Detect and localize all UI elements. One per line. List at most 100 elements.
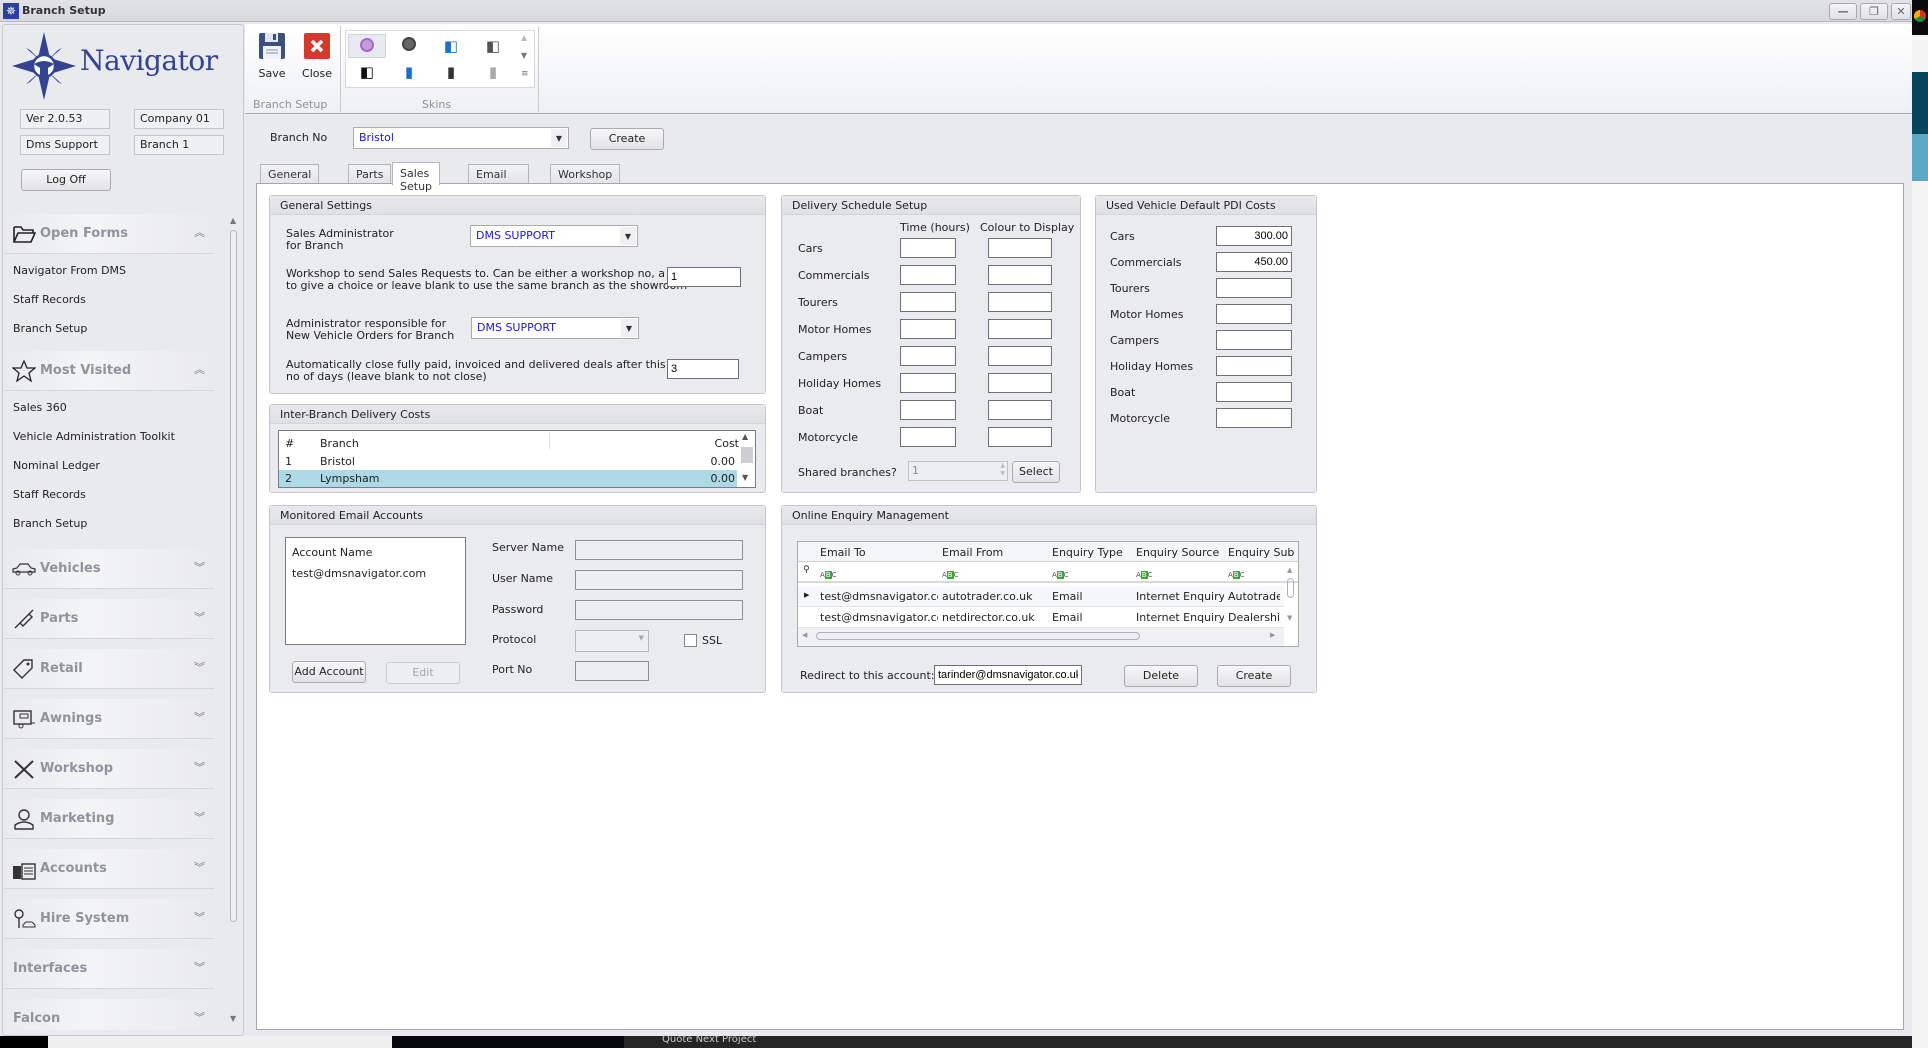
delivery-time-input[interactable] [900, 319, 956, 339]
chevron-down-icon[interactable]: ︾ [194, 559, 205, 575]
filter-cell[interactable]: ABC [1136, 567, 1153, 580]
nav-group-parts[interactable]: Parts ︾ [4, 599, 214, 639]
scroll-up-icon[interactable]: ▲ [1287, 566, 1292, 574]
password-input[interactable] [575, 600, 743, 620]
protocol-combo[interactable]: ▼ [575, 630, 649, 652]
taskbar-item-label[interactable]: Quote Next Project [662, 1034, 756, 1045]
chevron-down-icon[interactable]: ︾ [194, 609, 205, 625]
filter-cell[interactable]: ABC [820, 567, 837, 580]
pdi-cost-input[interactable] [1216, 278, 1292, 298]
chevron-up-icon[interactable]: ︽ [194, 224, 205, 240]
pdi-cost-input[interactable] [1216, 356, 1292, 376]
ssl-checkbox[interactable] [684, 634, 697, 647]
workshop-no-input[interactable] [667, 267, 741, 287]
nav-group-interfaces[interactable]: Interfaces ︾ [4, 949, 214, 989]
scroll-down-icon[interactable]: ▼ [1287, 614, 1292, 622]
close-button[interactable]: Close [296, 32, 338, 80]
filter-cell[interactable]: ABC [1052, 567, 1069, 580]
gallery-scroll-down-icon[interactable]: ▼ [521, 51, 527, 60]
table-row-selected[interactable]: 2 Lympsham 0.00 [279, 470, 737, 487]
redirect-account-input[interactable] [934, 665, 1082, 685]
column-header[interactable]: Email To [820, 546, 866, 559]
chevron-down-icon[interactable]: ︾ [194, 809, 205, 825]
server-name-input[interactable] [575, 540, 743, 560]
pdi-cost-input[interactable] [1216, 382, 1292, 402]
chevron-down-icon[interactable]: ︾ [194, 659, 205, 675]
nav-scrollbar[interactable]: ▲ ▼ [228, 216, 240, 1026]
nav-group-marketing[interactable]: Marketing ︾ [4, 799, 214, 839]
delivery-time-input[interactable] [900, 427, 956, 447]
delivery-colour-input[interactable] [988, 427, 1052, 447]
scroll-down-icon[interactable]: ▼ [230, 1014, 236, 1023]
delivery-time-input[interactable] [900, 373, 956, 393]
sales-admin-combo[interactable]: DMS SUPPORT ▼ [470, 225, 638, 247]
scroll-right-icon[interactable]: ▶ [1270, 631, 1275, 639]
skin-office-grey-16-icon[interactable]: ◧ [474, 34, 512, 58]
scroll-thumb[interactable] [1287, 578, 1294, 598]
chevron-down-icon[interactable]: ︾ [194, 759, 205, 775]
column-header[interactable]: # [285, 437, 294, 450]
column-header[interactable]: Branch [320, 437, 359, 450]
scroll-thumb[interactable] [230, 230, 237, 922]
list-item[interactable]: test@dmsnavigator.com [292, 567, 426, 580]
nav-group-awnings[interactable]: Awnings ︾ [4, 699, 214, 739]
scroll-up-icon[interactable]: ▲ [230, 216, 236, 225]
chevron-down-icon[interactable]: ︾ [194, 909, 205, 925]
table-row[interactable]: 1 Bristol 0.00 [279, 453, 737, 469]
nav-group-open-forms[interactable]: Open Forms ︽ [4, 214, 214, 254]
nav-group-retail[interactable]: Retail ︾ [4, 649, 214, 689]
tab-email-settings[interactable]: Email Settings [468, 164, 530, 194]
nav-group-most-visited[interactable]: Most Visited ︽ [4, 351, 214, 391]
skin-office-grey-icon[interactable]: ▮ [474, 60, 512, 84]
pdi-cost-input[interactable] [1216, 330, 1292, 350]
delivery-time-input[interactable] [900, 292, 956, 312]
chevron-down-icon[interactable]: ︾ [194, 1009, 205, 1025]
delivery-colour-input[interactable] [988, 346, 1052, 366]
tab-general-details[interactable]: General Details [260, 164, 320, 194]
dropdown-arrow-icon[interactable]: ▼ [620, 227, 636, 245]
delivery-colour-input[interactable] [988, 292, 1052, 312]
save-button[interactable]: Save [251, 32, 293, 80]
table-row[interactable]: ▶ test@dmsnavigator.com autotrader.co.uk Em… [798, 586, 1284, 607]
chevron-down-icon[interactable]: ︾ [194, 859, 205, 875]
nav-group-workshop[interactable]: Workshop ︾ [4, 749, 214, 789]
pdi-cost-input[interactable] [1216, 252, 1292, 272]
scroll-up-icon[interactable]: ▲ [742, 432, 748, 441]
skin-office-blue-16-icon[interactable]: ◧ [432, 34, 470, 58]
table-row[interactable]: test@dmsnavigator.com netdirector.co.uk Em… [798, 607, 1284, 628]
scroll-down-icon[interactable]: ▼ [742, 473, 748, 482]
add-account-button[interactable]: Add Account [292, 661, 366, 683]
chevron-down-icon[interactable]: ︾ [194, 959, 205, 975]
taskbar-item[interactable] [48, 1036, 392, 1048]
filter-cell[interactable]: ABC [1228, 567, 1245, 580]
delivery-time-input[interactable] [900, 265, 956, 285]
nav-item[interactable]: Sales 360 [13, 401, 67, 414]
nav-item[interactable]: Staff Records [13, 293, 86, 306]
nav-item[interactable]: Nominal Ledger [13, 459, 100, 472]
user-name-input[interactable] [575, 570, 743, 590]
select-shared-branches-button[interactable]: Select [1012, 461, 1060, 483]
close-window-button[interactable]: ✕ [1891, 3, 1911, 20]
dropdown-arrow-icon[interactable]: ▼ [621, 319, 637, 337]
horizontal-scrollbar[interactable]: ◀ ▶ [798, 628, 1284, 646]
delivery-colour-input[interactable] [988, 319, 1052, 339]
tab-workshop[interactable]: Workshop [550, 164, 621, 184]
column-header[interactable]: Email From [942, 546, 1003, 559]
skin-office-black-16-icon[interactable]: ◧ [348, 60, 386, 84]
scroll-left-icon[interactable]: ◀ [802, 631, 807, 639]
delivery-colour-input[interactable] [988, 400, 1052, 420]
chevron-down-icon[interactable]: ︾ [194, 709, 205, 725]
nav-item[interactable]: Branch Setup [13, 517, 87, 530]
create-enquiry-button[interactable]: Create [1217, 665, 1291, 687]
column-header[interactable]: Enquiry Sub So [1228, 546, 1294, 559]
nvo-admin-combo[interactable]: DMS SUPPORT ▼ [471, 317, 639, 339]
restore-button[interactable]: ❐ [1860, 3, 1888, 20]
delete-enquiry-button[interactable]: Delete [1124, 665, 1198, 687]
skin-office-black-icon[interactable]: ▮ [432, 60, 470, 84]
autoclose-days-input[interactable] [667, 359, 739, 379]
scroll-thumb[interactable] [816, 632, 1140, 640]
nav-item[interactable]: Staff Records [13, 488, 86, 501]
skin-purple-round-icon[interactable] [348, 34, 386, 58]
delivery-time-input[interactable] [900, 400, 956, 420]
filter-cell[interactable]: ABC [942, 567, 959, 580]
